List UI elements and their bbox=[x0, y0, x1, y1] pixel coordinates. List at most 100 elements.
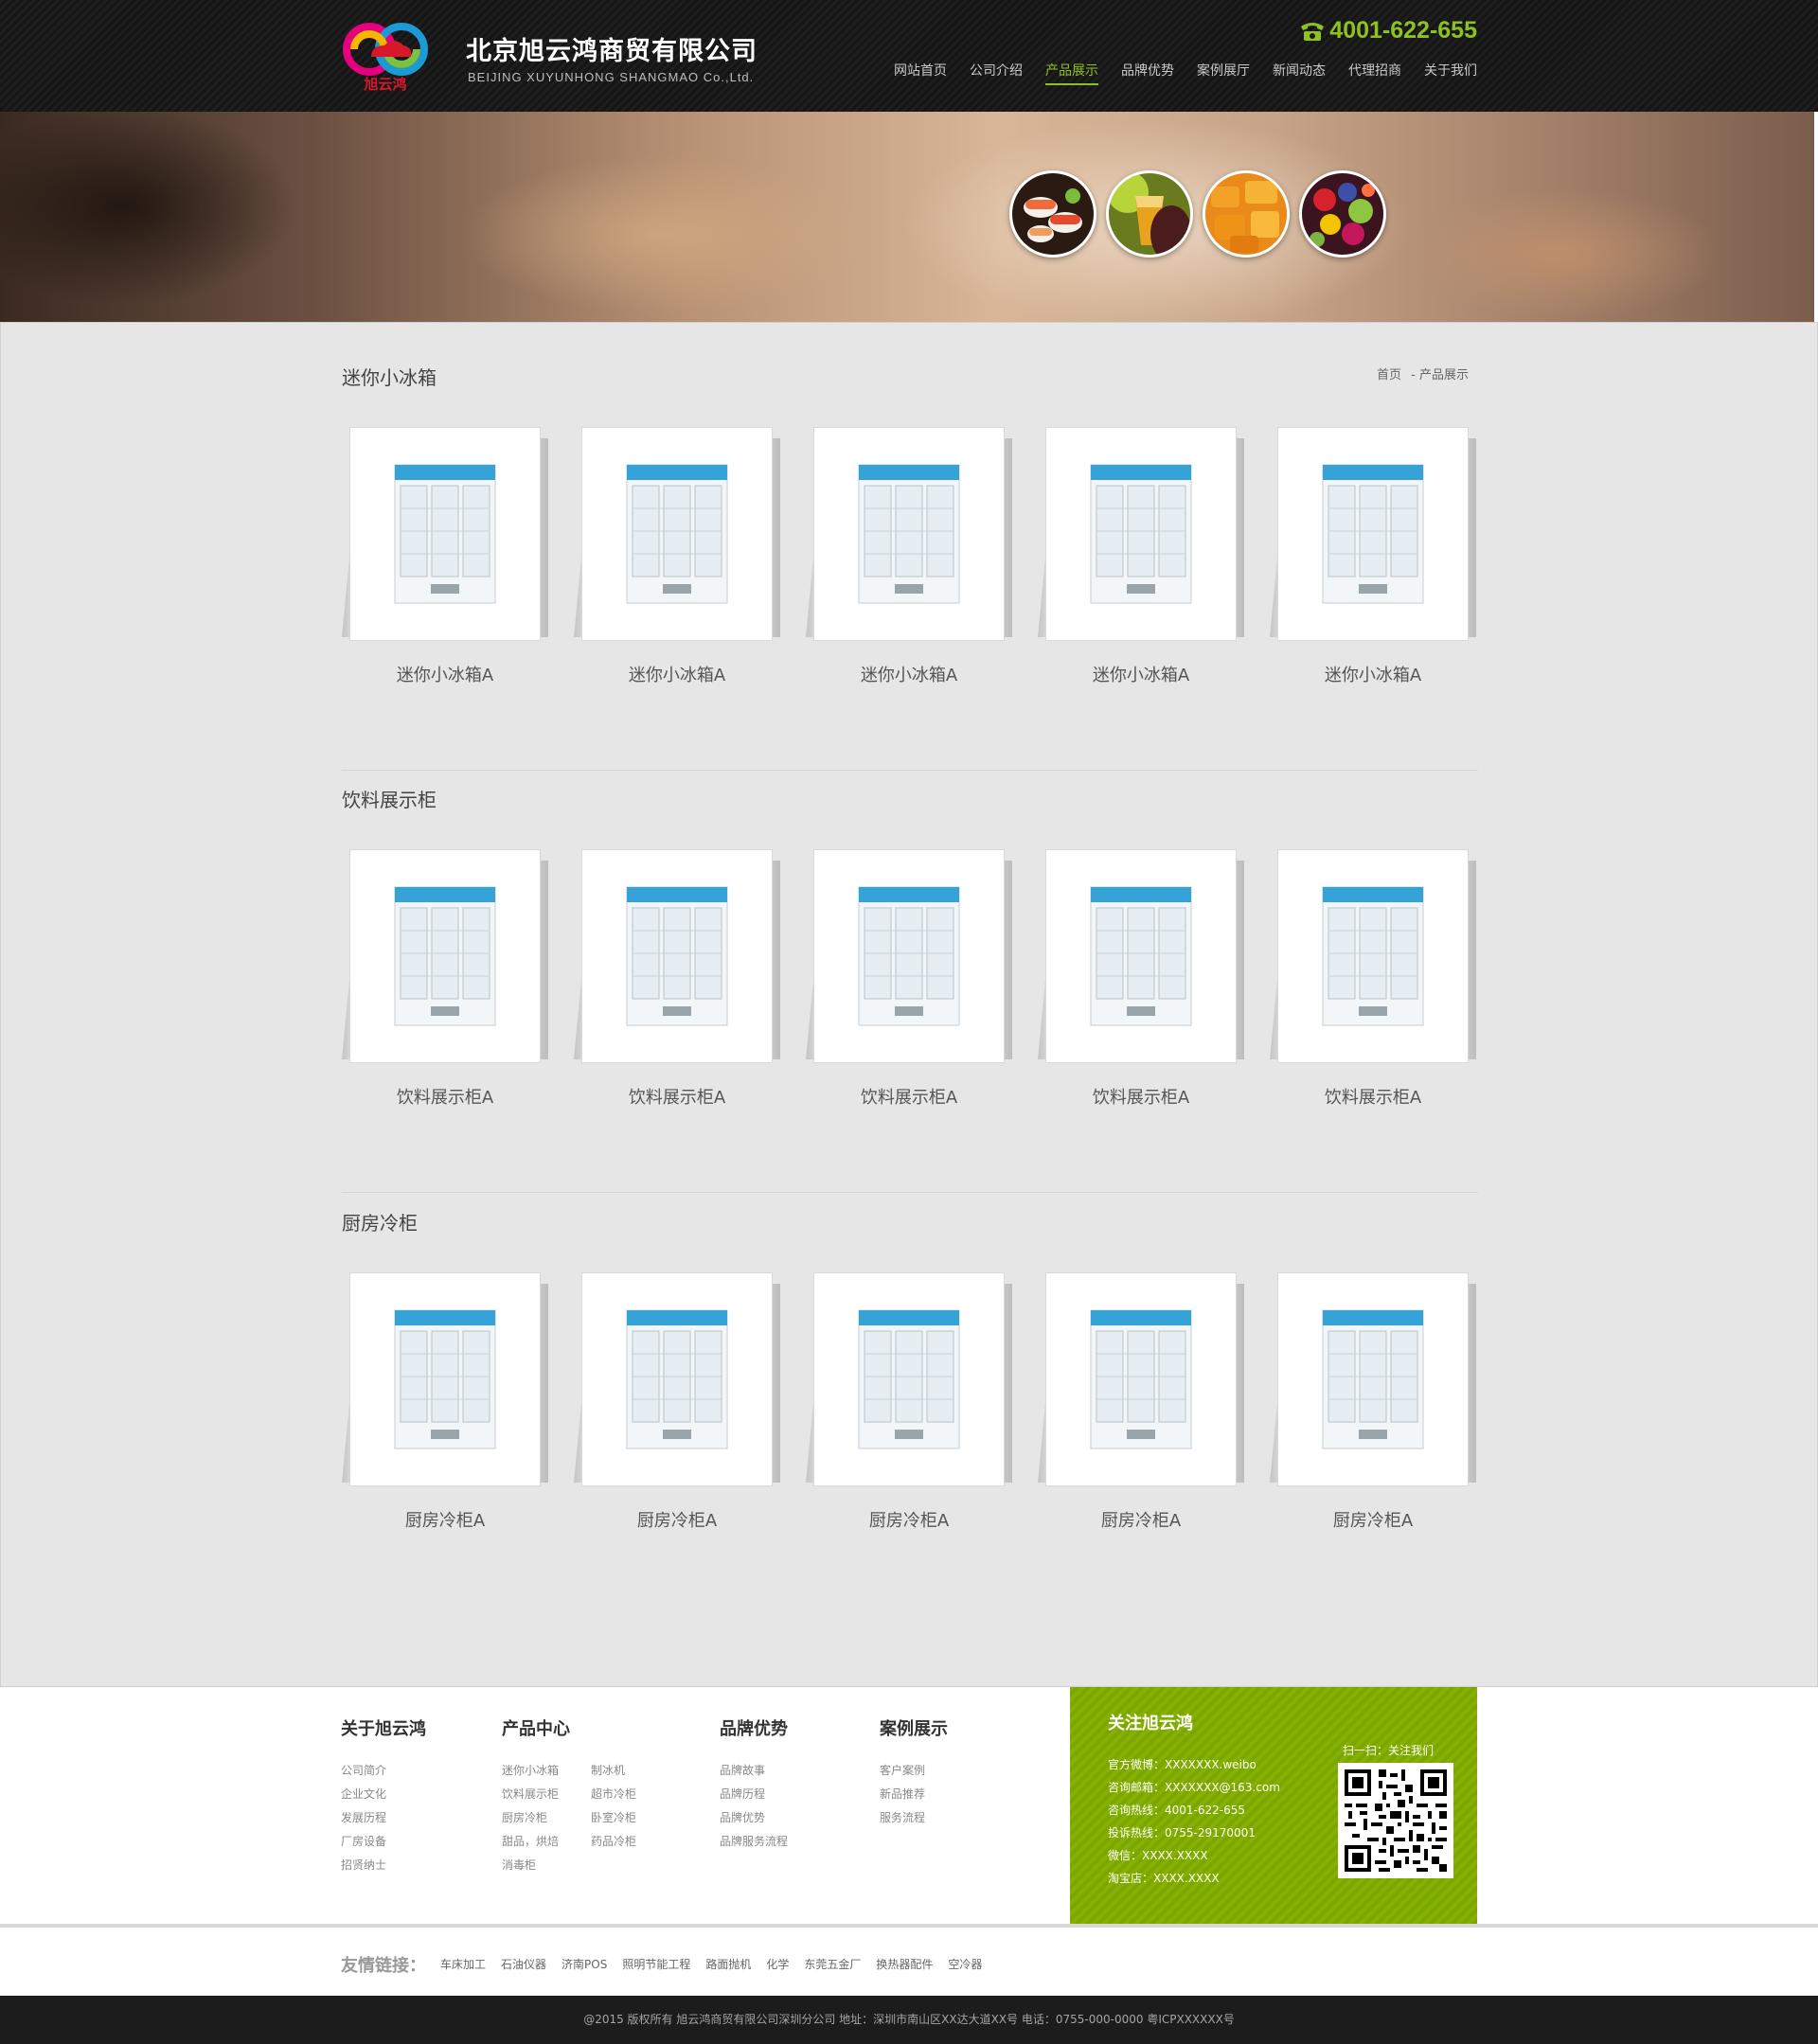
section-divider bbox=[342, 770, 1478, 771]
product-image[interactable] bbox=[349, 427, 541, 641]
nav-item-news[interactable]: 新闻动态 bbox=[1273, 61, 1326, 85]
footer-link[interactable]: 厂房设备 bbox=[341, 1830, 426, 1854]
footer-link[interactable]: 服务流程 bbox=[880, 1806, 948, 1830]
product-image[interactable] bbox=[581, 1272, 773, 1486]
product-card[interactable]: 饮料展示柜A bbox=[806, 849, 1012, 1108]
product-name[interactable]: 迷你小冰箱A bbox=[1045, 662, 1237, 686]
copyright: @2015 版权所有 旭云鸿商贸有限公司深圳分公司 地址：深圳市南山区XX达大道… bbox=[0, 1996, 1818, 2044]
section-title: 厨房冷柜 bbox=[342, 1212, 418, 1235]
product-image[interactable] bbox=[813, 1272, 1005, 1486]
footer-link[interactable]: 厨房冷柜 bbox=[502, 1806, 559, 1830]
product-image[interactable] bbox=[1277, 849, 1469, 1063]
nav-item-home[interactable]: 网站首页 bbox=[894, 61, 947, 85]
section-divider bbox=[342, 1192, 1478, 1193]
contact-wechat: 微信：XXXX.XXXX bbox=[1108, 1849, 1208, 1862]
product-card[interactable]: 厨房冷柜A bbox=[574, 1272, 780, 1531]
friend-link[interactable]: 东莞五金厂 bbox=[804, 1956, 861, 1972]
contact-taobao[interactable]: 淘宝店：XXXX.XXXX bbox=[1108, 1867, 1280, 1890]
footer-link[interactable]: 品牌服务流程 bbox=[720, 1830, 788, 1854]
product-image[interactable] bbox=[1045, 427, 1237, 641]
product-name[interactable]: 厨房冷柜A bbox=[1277, 1507, 1469, 1532]
product-card[interactable]: 厨房冷柜A bbox=[342, 1272, 548, 1531]
nav-item-products[interactable]: 产品展示 bbox=[1045, 61, 1098, 85]
product-card[interactable]: 迷你小冰箱A bbox=[806, 427, 1012, 685]
product-card[interactable]: 厨房冷柜A bbox=[1270, 1272, 1476, 1531]
qr-code-icon bbox=[1338, 1763, 1453, 1878]
friend-link[interactable]: 济南POS bbox=[561, 1956, 607, 1972]
product-name[interactable]: 饮料展示柜A bbox=[1045, 1084, 1237, 1109]
product-name[interactable]: 饮料展示柜A bbox=[1277, 1084, 1469, 1109]
product-name[interactable]: 迷你小冰箱A bbox=[581, 662, 773, 686]
product-card[interactable]: 迷你小冰箱A bbox=[342, 427, 548, 685]
footer-link[interactable]: 发展历程 bbox=[341, 1806, 426, 1830]
footer-link[interactable]: 品牌优势 bbox=[720, 1806, 788, 1830]
product-name[interactable]: 迷你小冰箱A bbox=[349, 662, 541, 686]
product-card[interactable]: 饮料展示柜A bbox=[1270, 849, 1476, 1108]
nav-item-brand[interactable]: 品牌优势 bbox=[1121, 61, 1174, 85]
friend-link[interactable]: 换热器配件 bbox=[876, 1956, 933, 1972]
footer-link[interactable]: 消毒柜 bbox=[502, 1854, 559, 1877]
product-image[interactable] bbox=[1277, 427, 1469, 641]
product-name[interactable]: 迷你小冰箱A bbox=[1277, 662, 1469, 686]
footer-link[interactable]: 饮料展示柜 bbox=[502, 1783, 559, 1806]
product-name[interactable]: 厨房冷柜A bbox=[349, 1507, 541, 1532]
product-name[interactable]: 饮料展示柜A bbox=[813, 1084, 1005, 1109]
footer-link[interactable]: 公司简介 bbox=[341, 1759, 426, 1783]
footer-link[interactable]: 品牌历程 bbox=[720, 1783, 788, 1806]
product-grid: 迷你小冰箱A 迷你小冰箱A 迷你小冰箱A 迷你小冰箱A 迷你小冰箱A bbox=[342, 427, 1486, 685]
footer-link[interactable]: 超市冷柜 bbox=[591, 1783, 636, 1806]
product-card[interactable]: 迷你小冰箱A bbox=[574, 427, 780, 685]
footer-link[interactable]: 迷你小冰箱 bbox=[502, 1759, 559, 1783]
product-card[interactable]: 迷你小冰箱A bbox=[1038, 427, 1244, 685]
product-name[interactable]: 迷你小冰箱A bbox=[813, 662, 1005, 686]
breadcrumb-home[interactable]: 首页 bbox=[1377, 368, 1401, 382]
product-name[interactable]: 厨房冷柜A bbox=[813, 1507, 1005, 1532]
product-image[interactable] bbox=[349, 1272, 541, 1486]
phone-number[interactable]: 4001-622-655 bbox=[1299, 17, 1477, 44]
nav-item-cases[interactable]: 案例展厅 bbox=[1197, 61, 1250, 85]
product-card[interactable]: 饮料展示柜A bbox=[1038, 849, 1244, 1108]
product-name[interactable]: 厨房冷柜A bbox=[1045, 1507, 1237, 1532]
product-card[interactable]: 饮料展示柜A bbox=[574, 849, 780, 1108]
nav-item-about-us[interactable]: 关于我们 bbox=[1424, 61, 1477, 85]
product-image[interactable] bbox=[1277, 1272, 1469, 1486]
product-image[interactable] bbox=[581, 849, 773, 1063]
product-image[interactable] bbox=[813, 427, 1005, 641]
footer-col-title: 案例展示 bbox=[880, 1719, 948, 1739]
nav-item-agency[interactable]: 代理招商 bbox=[1348, 61, 1401, 85]
footer-link[interactable]: 品牌故事 bbox=[720, 1759, 788, 1783]
product-name[interactable]: 厨房冷柜A bbox=[581, 1507, 773, 1532]
footer-link[interactable]: 药品冷柜 bbox=[591, 1830, 636, 1854]
product-card[interactable]: 厨房冷柜A bbox=[1038, 1272, 1244, 1531]
product-image[interactable] bbox=[1045, 849, 1237, 1063]
friend-link[interactable]: 化学 bbox=[766, 1956, 789, 1972]
company-name-cn: 北京旭云鸿商贸有限公司 bbox=[466, 37, 758, 66]
product-image[interactable] bbox=[349, 849, 541, 1063]
follow-panel: 关注旭云鸿 官方微博：XXXXXXX.weibo 咨询邮箱：XXXXXXX@16… bbox=[1070, 1687, 1477, 1924]
product-name[interactable]: 饮料展示柜A bbox=[581, 1084, 773, 1109]
footer-link[interactable]: 卧室冷柜 bbox=[591, 1806, 636, 1830]
footer-link[interactable]: 客户案例 bbox=[880, 1759, 948, 1783]
product-image[interactable] bbox=[813, 849, 1005, 1063]
friend-link[interactable]: 空冷器 bbox=[948, 1956, 982, 1972]
product-image[interactable] bbox=[1045, 1272, 1237, 1486]
product-card[interactable]: 饮料展示柜A bbox=[342, 849, 548, 1108]
contact-weibo[interactable]: 官方微博：XXXXXXX.weibo bbox=[1108, 1753, 1280, 1776]
friend-link[interactable]: 照明节能工程 bbox=[622, 1956, 690, 1972]
friend-link[interactable]: 路面抛机 bbox=[705, 1956, 751, 1972]
friend-link[interactable]: 石油仪器 bbox=[501, 1956, 546, 1972]
footer-link[interactable]: 制冰机 bbox=[591, 1759, 636, 1783]
friend-link[interactable]: 车床加工 bbox=[440, 1956, 486, 1972]
footer-link[interactable]: 新品推荐 bbox=[880, 1783, 948, 1806]
logo-icon[interactable]: 旭云鸿 bbox=[341, 13, 430, 95]
product-card[interactable]: 厨房冷柜A bbox=[806, 1272, 1012, 1531]
product-name[interactable]: 饮料展示柜A bbox=[349, 1084, 541, 1109]
product-card[interactable]: 迷你小冰箱A bbox=[1270, 427, 1476, 685]
product-image[interactable] bbox=[581, 427, 773, 641]
footer-link[interactable]: 甜品，烘焙 bbox=[502, 1830, 559, 1854]
footer-link[interactable]: 企业文化 bbox=[341, 1783, 426, 1806]
contact-email[interactable]: 咨询邮箱：XXXXXXX@163.com bbox=[1108, 1776, 1280, 1799]
friend-links-bar: 友情链接： 车床加工 石油仪器 济南POS 照明节能工程 路面抛机 化学 东莞五… bbox=[0, 1924, 1818, 1996]
footer-link[interactable]: 招贤纳士 bbox=[341, 1854, 426, 1877]
nav-item-about-company[interactable]: 公司介绍 bbox=[970, 61, 1023, 85]
